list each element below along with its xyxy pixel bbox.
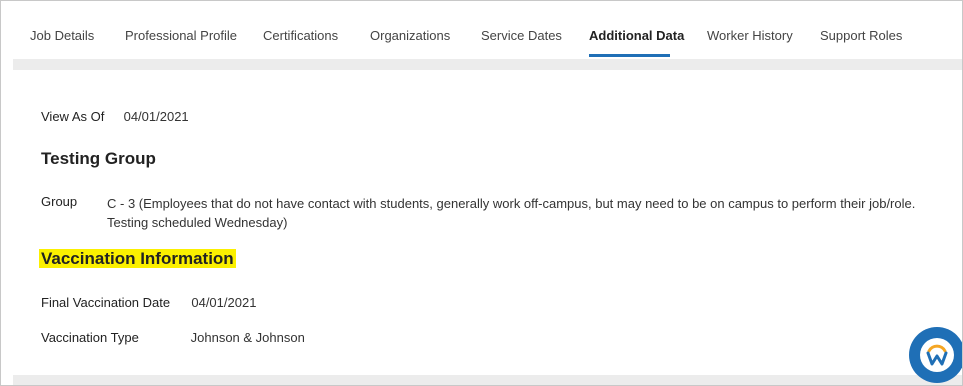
section-divider-band: [13, 59, 962, 70]
tab-certifications[interactable]: Certifications: [263, 1, 338, 59]
vaccination-information-heading: Vaccination Information: [39, 249, 236, 269]
workday-logo-graphic: [926, 344, 948, 366]
worker-profile-panel: Job Details Professional Profile Certifi…: [0, 0, 963, 386]
tab-support-roles[interactable]: Support Roles: [820, 1, 902, 59]
vaccination-type-row: Vaccination Type Johnson & Johnson: [41, 330, 305, 345]
vaccination-type-label: Vaccination Type: [41, 330, 139, 345]
final-vaccination-date-value: 04/01/2021: [191, 295, 257, 310]
tab-worker-history[interactable]: Worker History: [707, 1, 793, 59]
tab-professional-profile[interactable]: Professional Profile: [125, 1, 237, 59]
vaccination-heading-highlight: Vaccination Information: [39, 249, 236, 268]
group-label: Group: [41, 194, 78, 209]
workday-logo-icon: [920, 338, 954, 372]
workday-assistant-button[interactable]: [909, 327, 962, 383]
view-as-of-row: View As Of 04/01/2021: [41, 109, 189, 124]
testing-group-heading: Testing Group: [41, 149, 156, 168]
vaccination-type-value: Johnson & Johnson: [190, 330, 305, 345]
final-vaccination-date-row: Final Vaccination Date 04/01/2021: [41, 295, 256, 310]
view-as-of-value: 04/01/2021: [123, 109, 189, 124]
group-value: C - 3 (Employees that do not have contac…: [107, 196, 916, 230]
view-as-of-label: View As Of: [41, 109, 105, 124]
tab-organizations[interactable]: Organizations: [370, 1, 450, 59]
tab-bar: Job Details Professional Profile Certifi…: [1, 1, 962, 59]
tab-service-dates[interactable]: Service Dates: [481, 1, 562, 59]
active-tab-indicator: [589, 54, 670, 57]
bottom-band: [13, 375, 962, 385]
tab-additional-data[interactable]: Additional Data: [589, 1, 684, 59]
tab-job-details[interactable]: Job Details: [30, 1, 94, 59]
final-vaccination-date-label: Final Vaccination Date: [41, 295, 171, 310]
